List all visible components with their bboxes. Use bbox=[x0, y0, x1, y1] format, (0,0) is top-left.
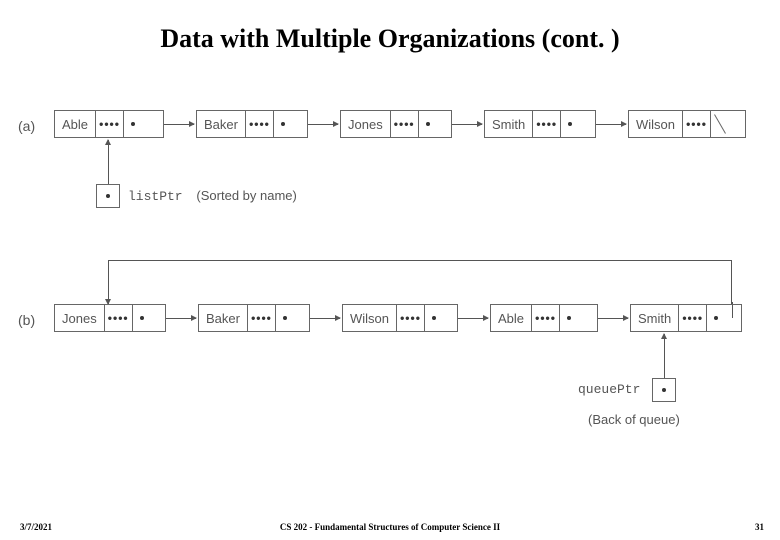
footer-course: CS 202 - Fundamental Structures of Compu… bbox=[280, 522, 500, 532]
next-pointer bbox=[425, 305, 443, 331]
next-pointer bbox=[124, 111, 142, 137]
ellipsis-icon: •••• bbox=[96, 111, 124, 137]
next-pointer bbox=[560, 305, 578, 331]
node-name: Smith bbox=[485, 111, 533, 137]
node-name: Able bbox=[55, 111, 96, 137]
ellipsis-icon: •••• bbox=[397, 305, 425, 331]
arrow-icon bbox=[308, 124, 338, 125]
arrow-icon bbox=[664, 334, 665, 378]
arrow-icon bbox=[166, 318, 196, 319]
arrow-icon bbox=[108, 140, 109, 184]
next-pointer bbox=[707, 305, 725, 331]
ellipsis-icon: •••• bbox=[679, 305, 707, 331]
row-b-label: (b) bbox=[18, 312, 35, 328]
arrow-icon bbox=[452, 124, 482, 125]
list-node: Wilson •••• bbox=[628, 110, 746, 138]
ellipsis-icon: •••• bbox=[532, 305, 560, 331]
list-node: Smith •••• bbox=[484, 110, 596, 138]
arrow-icon bbox=[598, 318, 628, 319]
footer-page-number: 31 bbox=[755, 522, 764, 532]
node-name: Smith bbox=[631, 305, 679, 331]
list-node: Able •••• bbox=[490, 304, 598, 332]
list-node: Able •••• bbox=[54, 110, 164, 138]
list-node: Wilson •••• bbox=[342, 304, 458, 332]
ellipsis-icon: •••• bbox=[246, 111, 274, 137]
node-name: Able bbox=[491, 305, 532, 331]
ellipsis-icon: •••• bbox=[105, 305, 133, 331]
queue-pointer-label: queuePtr bbox=[578, 382, 640, 397]
wrap-arrow bbox=[108, 260, 732, 304]
node-name: Baker bbox=[197, 111, 246, 137]
next-pointer bbox=[419, 111, 437, 137]
null-pointer bbox=[711, 111, 729, 137]
next-pointer bbox=[133, 305, 151, 331]
queue-pointer-annotation: (Back of queue) bbox=[588, 412, 680, 427]
arrow-icon bbox=[596, 124, 626, 125]
list-node: Jones •••• bbox=[54, 304, 166, 332]
linked-list-diagram: (a) Able •••• Baker •••• Jones •••• Smit… bbox=[12, 94, 768, 474]
next-pointer bbox=[561, 111, 579, 137]
row-a-label: (a) bbox=[18, 118, 35, 134]
pointer-name: listPtr bbox=[128, 189, 183, 204]
list-node: Smith •••• bbox=[630, 304, 742, 332]
slide: Data with Multiple Organizations (cont. … bbox=[0, 0, 780, 540]
next-pointer bbox=[274, 111, 292, 137]
node-name: Wilson bbox=[343, 305, 397, 331]
arrow-icon bbox=[310, 318, 340, 319]
list-pointer-box bbox=[96, 184, 120, 208]
arrow-icon bbox=[458, 318, 488, 319]
node-name: Wilson bbox=[629, 111, 683, 137]
list-node: Baker •••• bbox=[196, 110, 308, 138]
ellipsis-icon: •••• bbox=[391, 111, 419, 137]
ellipsis-icon: •••• bbox=[533, 111, 561, 137]
ellipsis-icon: •••• bbox=[683, 111, 711, 137]
list-pointer-label: listPtr (Sorted by name) bbox=[128, 188, 297, 204]
list-node: Jones •••• bbox=[340, 110, 452, 138]
next-pointer bbox=[276, 305, 294, 331]
pointer-annotation: (Sorted by name) bbox=[196, 188, 296, 203]
node-name: Jones bbox=[55, 305, 105, 331]
node-name: Baker bbox=[199, 305, 248, 331]
node-name: Jones bbox=[341, 111, 391, 137]
list-node: Baker •••• bbox=[198, 304, 310, 332]
footer-date: 3/7/2021 bbox=[20, 522, 52, 532]
pointer-name: queuePtr bbox=[578, 382, 640, 397]
ellipsis-icon: •••• bbox=[248, 305, 276, 331]
arrow-icon bbox=[164, 124, 194, 125]
slide-title: Data with Multiple Organizations (cont. … bbox=[12, 24, 768, 54]
queue-pointer-box bbox=[652, 378, 676, 402]
